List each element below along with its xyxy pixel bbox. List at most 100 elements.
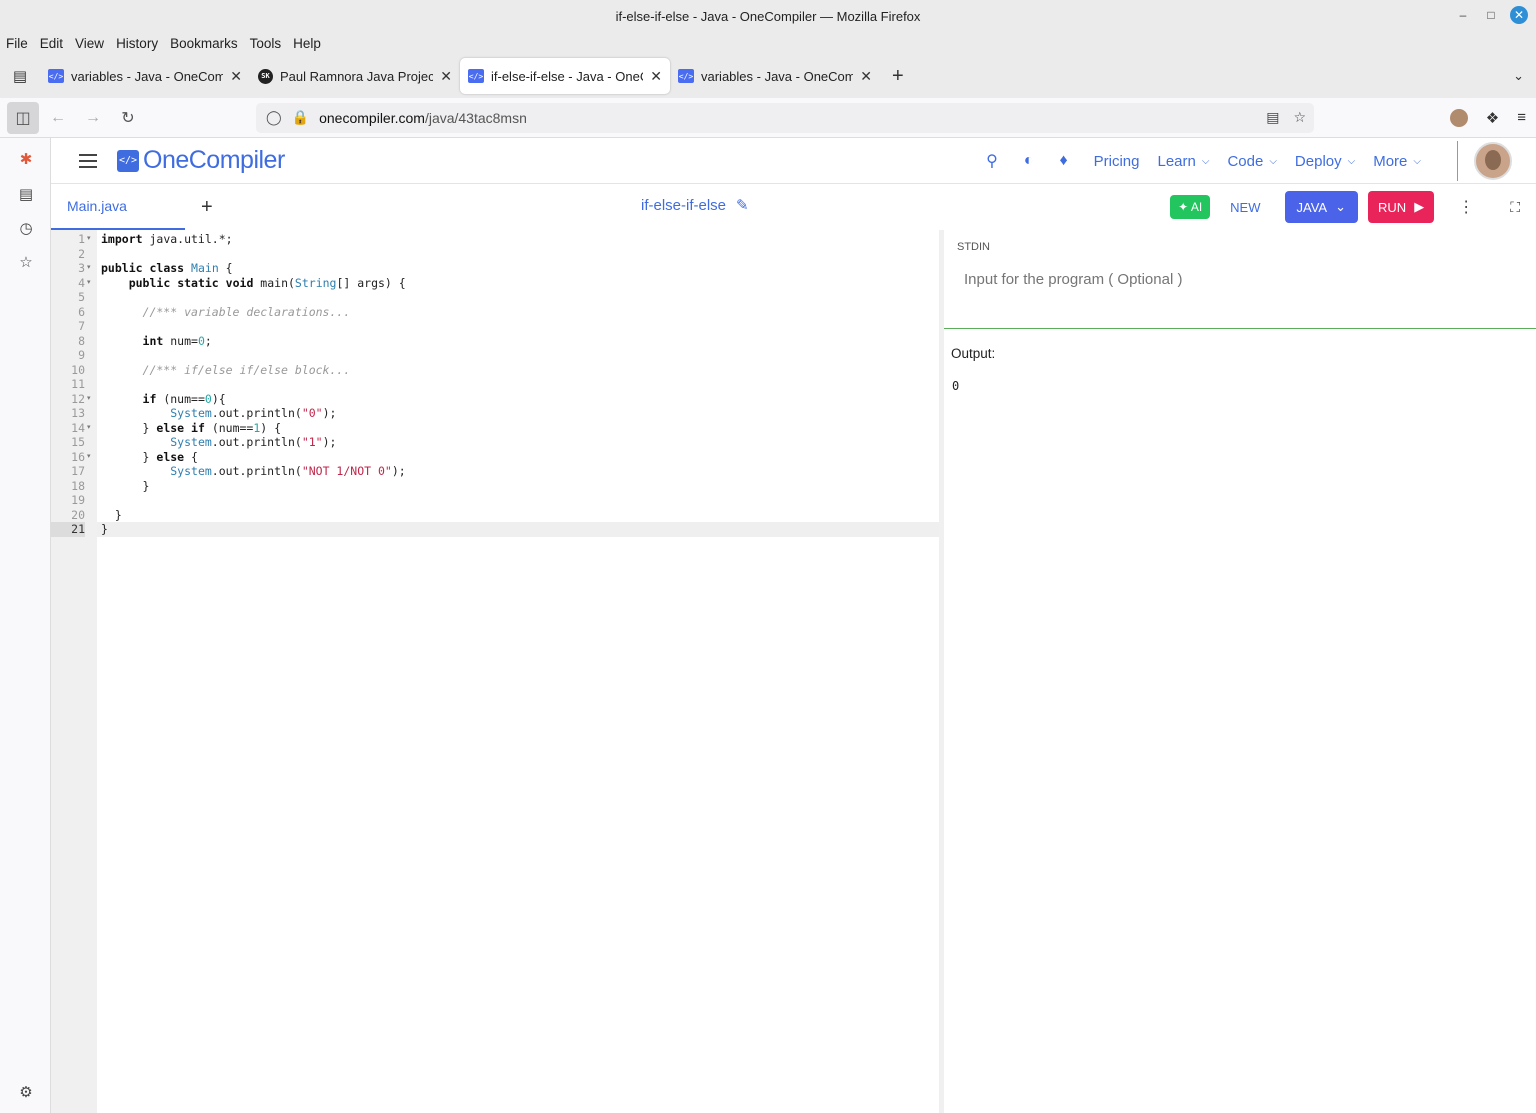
forward-icon[interactable]: → — [77, 102, 109, 134]
theme-toggle-icon[interactable]: ◐ — [1024, 152, 1034, 170]
menu-help[interactable]: Help — [293, 36, 321, 51]
code-editor[interactable]: 1 ▾ 2 3 ▾ 4 ▾ 5 6 7 8 9 10 11 12 ▾ 13 14 ▾ 15 16 ▾ 17 18 19 20 21 … — [51, 230, 939, 1113]
code-line[interactable]: } else if (num==1) { — [101, 421, 282, 436]
line-number: 3 — [78, 261, 85, 275]
code-line[interactable]: public class Main { — [101, 261, 233, 276]
lock-icon[interactable]: 🔒 — [292, 109, 309, 126]
ai-chatbot-icon[interactable]: ✱ — [17, 150, 35, 168]
close-tab-icon[interactable]: ✕ — [230, 68, 242, 85]
code-area[interactable]: import java.util.*; public class Main { p… — [97, 230, 939, 1113]
extensions-icon[interactable]: ❖ — [1486, 109, 1499, 127]
nav-code[interactable]: Code ⌵ — [1227, 153, 1276, 170]
code-line[interactable]: import java.util.*; — [101, 232, 233, 247]
bell-icon[interactable]: ♦ — [1059, 152, 1067, 170]
nav-more-label: More — [1373, 152, 1408, 170]
line-number: 21 — [51, 522, 85, 537]
current-line-highlight — [97, 522, 939, 537]
new-tab-icon[interactable]: + — [892, 65, 904, 88]
window-titlebar: if-else-if-else - Java - OneCompiler — M… — [0, 0, 1536, 32]
run-button[interactable]: RUN ▶ — [1368, 191, 1435, 223]
hamburger-menu-icon[interactable] — [79, 153, 97, 168]
code-line[interactable]: System.out.println("NOT 1/NOT 0"); — [101, 464, 405, 479]
fold-toggle-icon[interactable]: ▾ — [87, 276, 91, 291]
synced-tabs-icon[interactable]: ▤ — [17, 185, 35, 203]
code-line[interactable]: System.out.println("0"); — [101, 406, 336, 421]
fold-toggle-icon[interactable]: ▾ — [87, 450, 91, 465]
nav-learn[interactable]: Learn ⌵ — [1158, 153, 1210, 170]
fold-toggle-icon[interactable]: ▾ — [87, 392, 91, 407]
minimize-icon[interactable]: – — [1454, 6, 1472, 24]
reload-icon[interactable]: ↻ — [112, 102, 144, 134]
file-tab-main-java[interactable]: Main.java — [51, 184, 185, 230]
history-icon[interactable]: ◷ — [17, 219, 35, 237]
menu-tools[interactable]: Tools — [250, 36, 282, 51]
language-select-button[interactable]: JAVA ⌄ — [1284, 191, 1359, 223]
line-number: 7 — [78, 319, 85, 333]
menu-bookmarks[interactable]: Bookmarks — [170, 36, 238, 51]
sidebar-toggle-icon[interactable]: ◫ — [7, 101, 39, 134]
menu-file[interactable]: File — [6, 36, 28, 51]
tab-title: Paul Ramnora Java Project | — [280, 68, 434, 84]
user-avatar[interactable] — [1474, 142, 1512, 180]
line-number: 11 — [71, 377, 85, 391]
add-file-icon[interactable]: + — [201, 196, 213, 219]
nav-deploy[interactable]: Deploy ⌵ — [1295, 153, 1355, 170]
browser-tab[interactable]: </> variables - Java - OneCompi ✕ — [40, 58, 250, 94]
browser-tab-active[interactable]: </> if-else-if-else - Java - OneCo ✕ — [460, 58, 670, 94]
code-line[interactable]: //*** if/else if/else block... — [101, 363, 351, 378]
more-options-icon[interactable]: ⋮ — [1458, 197, 1474, 217]
close-tab-icon[interactable]: ✕ — [860, 68, 872, 85]
browser-tab[interactable]: SK Paul Ramnora Java Project | ✕ — [250, 58, 460, 94]
line-number: 2 — [78, 246, 85, 261]
code-line[interactable]: if (num==0){ — [101, 392, 226, 407]
close-tab-icon[interactable]: ✕ — [440, 68, 452, 85]
line-number: 20 — [71, 507, 85, 522]
code-line[interactable]: public static void main(String[] args) { — [101, 276, 406, 291]
language-label: JAVA — [1296, 199, 1328, 215]
url-host: onecompiler.com — [319, 109, 425, 126]
url-bar[interactable]: ◯ 🔒 onecompiler.com/java/43tac8msn ▤ ☆ — [256, 102, 1314, 133]
gear-icon[interactable]: ⚙ — [17, 1083, 35, 1101]
code-line[interactable]: System.out.println("1"); — [101, 435, 336, 450]
code-line[interactable]: } — [101, 479, 150, 494]
chevron-down-icon: ⌵ — [1269, 155, 1277, 167]
nav-pricing[interactable]: Pricing — [1094, 153, 1140, 170]
fold-toggle-icon[interactable]: ▾ — [87, 421, 91, 436]
tracking-protection-icon[interactable]: ◯ — [266, 109, 282, 126]
search-icon[interactable]: ⚲ — [986, 151, 998, 171]
app-menu-icon[interactable]: ≡ — [1517, 109, 1526, 126]
reader-view-icon[interactable]: ▤ — [1266, 109, 1279, 126]
line-number: 9 — [78, 348, 85, 362]
code-line[interactable]: int num=0; — [101, 334, 212, 349]
code-line[interactable]: //*** variable declarations... — [101, 305, 351, 320]
new-button[interactable]: NEW — [1230, 200, 1260, 215]
browser-tab[interactable]: </> variables - Java - OneCompi ✕ — [670, 58, 880, 94]
code-line[interactable]: } — [101, 522, 108, 537]
close-tab-icon[interactable]: ✕ — [650, 68, 662, 85]
menu-view[interactable]: View — [75, 36, 104, 51]
back-icon[interactable]: ← — [42, 102, 74, 134]
output-label: Output: — [951, 346, 996, 361]
bookmark-star-icon[interactable]: ☆ — [1293, 109, 1306, 126]
fold-toggle-icon[interactable]: ▾ — [87, 232, 91, 247]
firefox-view-icon[interactable]: ▤ — [0, 67, 40, 85]
menu-edit[interactable]: Edit — [40, 36, 63, 51]
code-line[interactable]: } — [101, 508, 122, 523]
edit-pencil-icon[interactable]: ✎ — [736, 196, 749, 214]
project-title[interactable]: if-else-if-else ✎ — [641, 196, 749, 215]
logo[interactable]: </> OneCompiler — [117, 146, 285, 175]
logo-text: OneCompiler — [143, 146, 285, 174]
maximize-icon[interactable]: □ — [1482, 6, 1500, 24]
menu-history[interactable]: History — [116, 36, 158, 51]
window-title: if-else-if-else - Java - OneCompiler — M… — [615, 8, 921, 24]
close-window-icon[interactable]: ✕ — [1510, 6, 1528, 24]
account-avatar-icon[interactable] — [1449, 108, 1468, 127]
ai-button[interactable]: ✦ AI — [1170, 195, 1211, 219]
fullscreen-icon[interactable]: ⛶ — [1510, 199, 1520, 216]
code-line[interactable]: } else { — [101, 450, 198, 465]
list-all-tabs-icon[interactable]: ⌄ — [1513, 68, 1524, 84]
stdin-input[interactable] — [964, 271, 1524, 288]
fold-toggle-icon[interactable]: ▾ — [87, 261, 91, 276]
nav-more[interactable]: More ⌵ — [1373, 153, 1421, 170]
bookmarks-icon[interactable]: ☆ — [17, 253, 35, 271]
